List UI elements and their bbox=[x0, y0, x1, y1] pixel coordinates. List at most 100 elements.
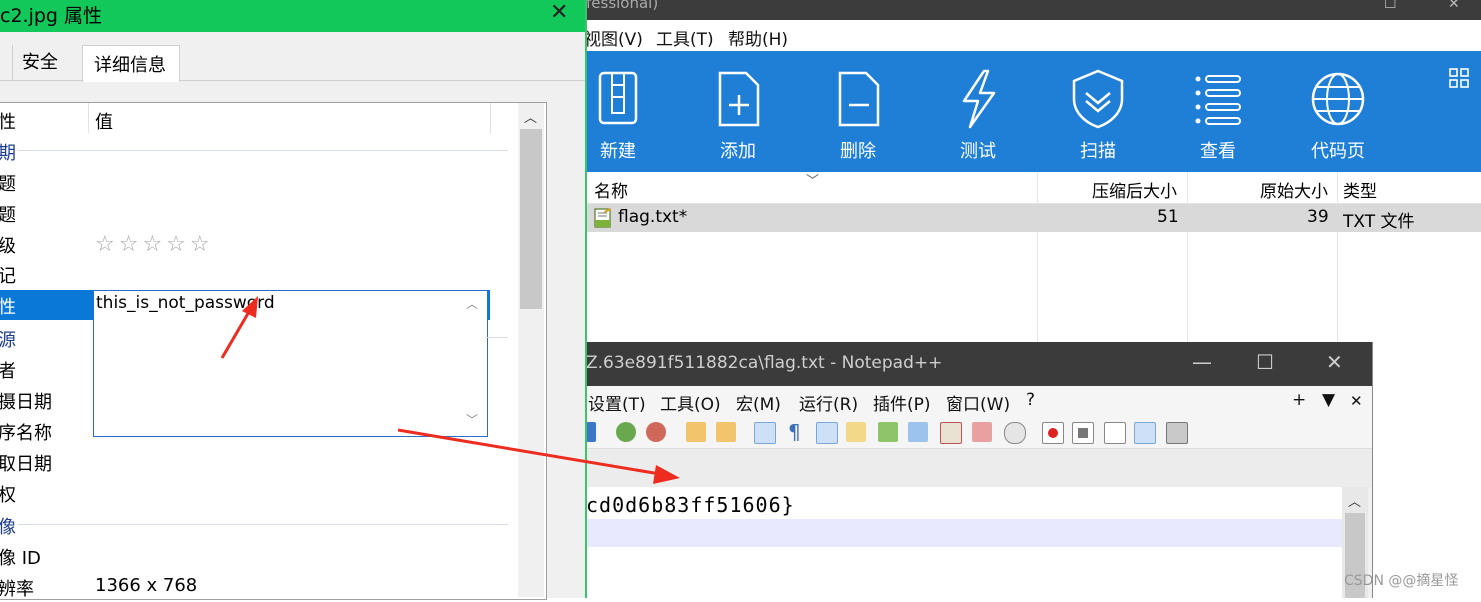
menu-macro[interactable]: 宏(M) bbox=[736, 390, 781, 415]
play-multiple-icon[interactable] bbox=[1134, 422, 1156, 444]
column-divider bbox=[1037, 172, 1038, 342]
properties-titlebar: c2.jpg 属性 ✕ bbox=[0, 0, 585, 32]
notepad-tabbar bbox=[586, 448, 1372, 487]
delete-button[interactable]: 删除 bbox=[808, 51, 908, 172]
column-divider bbox=[1187, 172, 1188, 342]
view-button[interactable]: 查看 bbox=[1168, 51, 1268, 172]
properties-dialog: c2.jpg 属性 ✕ 安全 详细信息 性 值 期 题 题 级 ☆☆☆☆☆ 记 性… bbox=[0, 0, 587, 600]
pilcrow-icon[interactable]: ¶ bbox=[788, 420, 801, 444]
folder-icon[interactable] bbox=[846, 422, 866, 442]
tab-partial[interactable] bbox=[0, 45, 13, 81]
maximize-icon[interactable]: ☐ bbox=[1256, 350, 1274, 374]
globe-icon bbox=[1311, 72, 1365, 126]
group-label: 源 bbox=[0, 330, 16, 351]
record-icon[interactable] bbox=[1042, 422, 1064, 444]
word-wrap-icon[interactable] bbox=[754, 422, 776, 444]
save-macro-icon[interactable] bbox=[1166, 422, 1188, 444]
header-value[interactable]: 值 bbox=[95, 108, 113, 134]
column-size[interactable]: 原始大小 bbox=[1260, 177, 1328, 202]
rating-stars[interactable]: ☆☆☆☆☆ bbox=[95, 232, 214, 257]
add-button[interactable]: 添加 bbox=[688, 51, 788, 172]
column-packed-size[interactable]: 压缩后大小 bbox=[1092, 177, 1177, 202]
column-name[interactable]: 名称 bbox=[594, 177, 628, 202]
codepage-button[interactable]: 代码页 bbox=[1288, 51, 1388, 172]
map-icon[interactable] bbox=[878, 422, 898, 442]
header-property[interactable]: 性 bbox=[0, 108, 16, 134]
notepad-toolbar: ¶ bbox=[586, 416, 1372, 448]
comment-value: this_is_not_password bbox=[96, 293, 275, 313]
indent-guide-icon[interactable] bbox=[816, 422, 838, 444]
folder-workspace-icon[interactable] bbox=[972, 422, 992, 442]
scroll-down-icon[interactable]: ﹀ bbox=[466, 411, 478, 428]
scroll-up-icon[interactable]: ︿ bbox=[1348, 491, 1361, 510]
current-line-highlight bbox=[586, 519, 1342, 547]
header-divider bbox=[88, 103, 89, 133]
winrar-menubar: 视图(V) 工具(T) 帮助(H) bbox=[584, 20, 1481, 51]
property-name: 记 bbox=[0, 266, 16, 287]
column-type[interactable]: 类型 bbox=[1343, 177, 1377, 202]
doc-list-icon[interactable] bbox=[908, 422, 928, 442]
winrar-title: fessional) bbox=[586, 0, 659, 12]
property-name: 级 bbox=[0, 236, 16, 257]
menu-window[interactable]: 窗口(W) bbox=[946, 390, 1010, 415]
menu-tools[interactable]: 工具(T) bbox=[656, 25, 714, 50]
close-icon[interactable]: ✕ bbox=[550, 0, 568, 25]
maximize-icon[interactable]: ☐ bbox=[1384, 0, 1397, 12]
new-tab-icon[interactable]: + bbox=[1292, 390, 1306, 410]
test-label: 测试 bbox=[960, 141, 996, 162]
minimize-icon[interactable]: — bbox=[1192, 350, 1212, 374]
property-name: 者 bbox=[0, 361, 16, 382]
property-name: 像 ID bbox=[0, 548, 41, 569]
editor-line: cd0d6b83ff51606} bbox=[586, 493, 795, 517]
menu-help[interactable]: 帮助(H) bbox=[728, 25, 788, 50]
close-icon[interactable]: ✕ bbox=[1326, 350, 1343, 374]
notepad-window: Z.63e891f511882ca\flag.txt - Notepad++ —… bbox=[586, 342, 1373, 598]
zoom-in-icon[interactable] bbox=[616, 422, 636, 442]
toolbar-icon[interactable] bbox=[586, 422, 596, 442]
close-doc-icon[interactable]: ✕ bbox=[1350, 392, 1363, 410]
table-row[interactable]: flag.txt* 51 39 TXT 文件 bbox=[586, 204, 1481, 232]
file-list-header: 名称 ﹀ 压缩后大小 原始大小 类型 bbox=[586, 172, 1481, 204]
comment-input[interactable]: this_is_not_password ︿ ﹀ bbox=[93, 290, 488, 437]
scan-label: 扫描 bbox=[1080, 141, 1116, 162]
file-name: flag.txt* bbox=[618, 207, 688, 227]
file-add-icon bbox=[718, 71, 760, 127]
tab-security[interactable]: 安全 bbox=[22, 48, 58, 80]
property-name: 摄日期 bbox=[0, 392, 52, 413]
menu-run[interactable]: 运行(R) bbox=[799, 390, 858, 415]
menu-view[interactable]: 视图(V) bbox=[584, 25, 643, 50]
menu-help[interactable]: ? bbox=[1026, 390, 1035, 410]
scan-button[interactable]: 扫描 bbox=[1048, 51, 1148, 172]
menu-tools[interactable]: 工具(O) bbox=[660, 390, 721, 415]
scroll-up-icon[interactable]: ︿ bbox=[466, 295, 478, 312]
property-name: 序名称 bbox=[0, 423, 52, 444]
zoom-out-icon[interactable] bbox=[646, 422, 666, 442]
menu-settings[interactable]: 设置(T) bbox=[588, 390, 646, 415]
close-icon[interactable]: ✕ bbox=[1448, 0, 1460, 12]
codepage-label: 代码页 bbox=[1311, 141, 1365, 162]
file-size: 39 bbox=[1307, 207, 1329, 227]
stop-icon[interactable] bbox=[1072, 422, 1094, 444]
monitor-icon[interactable] bbox=[1004, 422, 1026, 444]
dropdown-icon[interactable]: ▼ bbox=[1322, 390, 1335, 410]
editor-area[interactable]: cd0d6b83ff51606} bbox=[586, 487, 1342, 598]
notepad-title: Z.63e891f511882ca\flag.txt - Notepad++ bbox=[586, 353, 943, 373]
text-file-icon bbox=[594, 208, 611, 228]
function-list-icon[interactable] bbox=[940, 422, 962, 444]
test-button[interactable]: 测试 bbox=[928, 51, 1028, 172]
sync-horizontal-icon[interactable] bbox=[716, 422, 736, 442]
tab-details[interactable]: 详细信息 bbox=[82, 45, 180, 82]
play-icon[interactable] bbox=[1104, 422, 1126, 444]
scroll-up-icon[interactable]: ︿ bbox=[524, 107, 537, 126]
lightning-icon bbox=[962, 69, 996, 129]
sync-vertical-icon[interactable] bbox=[686, 422, 706, 442]
properties-scrollbar[interactable]: ︿ bbox=[518, 103, 544, 597]
menu-plugins[interactable]: 插件(P) bbox=[873, 390, 931, 415]
header-divider bbox=[490, 103, 491, 133]
shield-icon bbox=[1072, 69, 1124, 129]
grid-icon[interactable] bbox=[1448, 67, 1470, 89]
properties-title: c2.jpg 属性 bbox=[0, 5, 103, 27]
scrollbar-thumb[interactable] bbox=[520, 129, 542, 309]
archive-icon bbox=[598, 71, 638, 125]
list-header: 性 值 bbox=[0, 105, 518, 135]
